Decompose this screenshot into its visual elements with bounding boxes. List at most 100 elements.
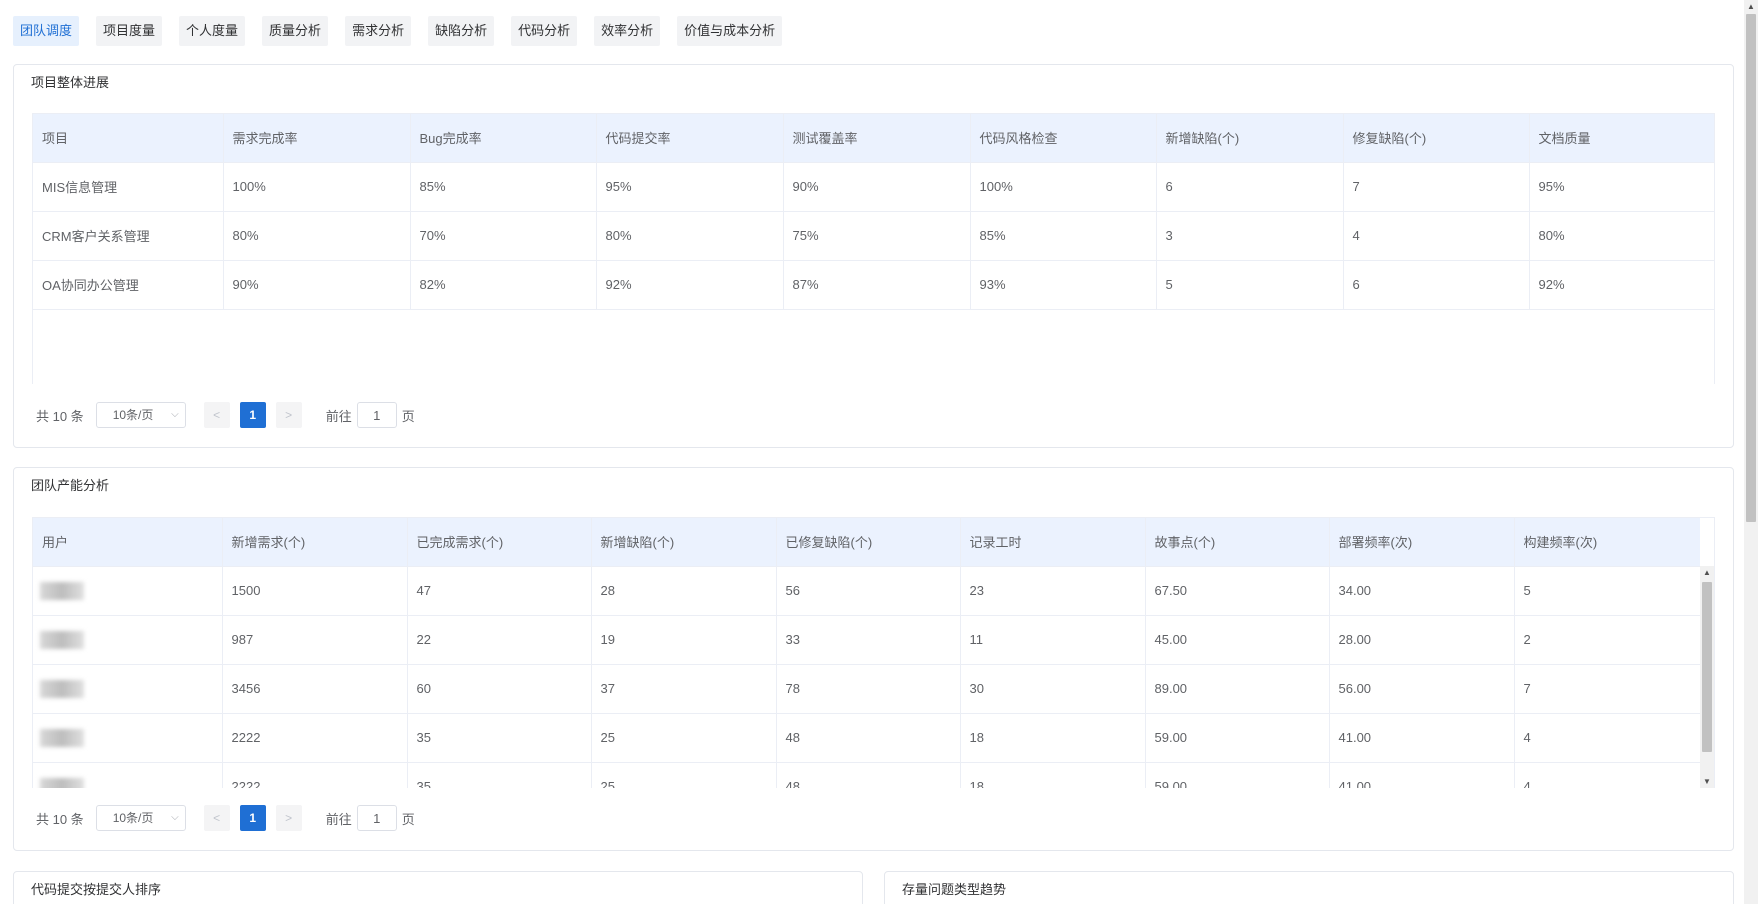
- table-cell: 80%: [223, 211, 411, 261]
- table-cell: 92%: [596, 260, 784, 310]
- table-cell: 95%: [1529, 162, 1714, 212]
- table-cell: 2: [1514, 615, 1700, 665]
- table-cell: [33, 566, 223, 616]
- table-cell: 78: [776, 664, 961, 714]
- tab-2[interactable]: 个人度量: [179, 16, 246, 46]
- prev-page-button[interactable]: <: [203, 402, 230, 428]
- column-header: 新增缺陷(个): [1156, 114, 1344, 163]
- table-cell: 60: [407, 664, 592, 714]
- scrollbar-thumb[interactable]: [1702, 582, 1712, 752]
- page-size-value: 10条/页: [112, 408, 154, 422]
- table-cell: 3: [1156, 211, 1344, 261]
- team-capacity-table: 用户 新增需求(个) 已完成需求(个) 新增缺陷(个) 已修复缺陷(个) 记录工时 故事点(…: [32, 517, 1715, 788]
- redacted-user-avatar: [40, 630, 84, 649]
- table-cell: 41.00: [1329, 713, 1515, 763]
- page-size-select[interactable]: 10条/页 ⌵: [95, 402, 186, 428]
- column-header: 已修复缺陷(个): [776, 518, 961, 567]
- table-cell: 48: [776, 713, 961, 763]
- panel-title: 存量问题类型趋势: [902, 882, 1007, 897]
- table-cell: CRM客户关系管理: [33, 211, 224, 261]
- table-cell: 56: [776, 566, 961, 616]
- table-cell: 11: [960, 615, 1146, 665]
- pagination: 共 10 条 10条/页 ⌵ < 1 > 前往 页: [36, 805, 415, 831]
- table-cell: 3456: [222, 664, 408, 714]
- table-cell: 100%: [970, 162, 1157, 212]
- goto-page-input[interactable]: [356, 805, 397, 831]
- column-header: 构建频率(次): [1514, 518, 1700, 567]
- table-cell: OA协同办公管理: [33, 260, 224, 310]
- chevron-down-icon: ⌵: [171, 409, 179, 420]
- issue-trend-panel: 存量问题类型趋势: [884, 871, 1734, 904]
- table-cell: 67.50: [1145, 566, 1330, 616]
- table-cell: 93%: [970, 260, 1157, 310]
- pagination-total: 共 10 条: [36, 408, 84, 424]
- table-row: OA协同办公管理 90% 82% 92% 87% 93% 5 6 92%: [33, 260, 1714, 310]
- table-cell: 100%: [223, 162, 411, 212]
- tab-1[interactable]: 项目度量: [96, 16, 163, 46]
- column-header: 修复缺陷(个): [1343, 114, 1530, 163]
- chevron-down-icon: ⌵: [171, 812, 179, 823]
- table-scrollbar[interactable]: ▲ ▼: [1700, 566, 1714, 788]
- tab-3[interactable]: 质量分析: [262, 16, 329, 46]
- tab-0[interactable]: 团队调度: [13, 16, 80, 46]
- table-header-row: 项目 需求完成率 Bug完成率 代码提交率 测试覆盖率 代码风格检查 新增缺陷(个) 修复缺陷…: [33, 114, 1714, 163]
- next-page-button[interactable]: >: [275, 805, 302, 831]
- table-row: 1500 47 28 56 23 67.50 34.00 5: [33, 566, 1700, 616]
- page-size-select[interactable]: 10条/页 ⌵: [95, 805, 186, 831]
- project-progress-panel: 项目整体进展 项目 需求完成率 Bug完成率 代码提交率 测试覆盖率 代码风格检查 新增缺陷…: [13, 64, 1734, 448]
- table-cell: 18: [960, 713, 1146, 763]
- table-cell: 23: [960, 566, 1146, 616]
- prev-page-button[interactable]: <: [203, 805, 230, 831]
- tab-7[interactable]: 效率分析: [594, 16, 661, 46]
- tab-8[interactable]: 价值与成本分析: [677, 16, 783, 46]
- page-number-1[interactable]: 1: [239, 402, 266, 428]
- column-header: 故事点(个): [1145, 518, 1330, 567]
- redacted-user-avatar: [40, 581, 84, 600]
- table-cell: 2222: [222, 713, 408, 763]
- table-cell: 4: [1514, 762, 1700, 788]
- tab-5[interactable]: 缺陷分析: [428, 16, 495, 46]
- table-cell: 35: [407, 713, 592, 763]
- table-cell: 28.00: [1329, 615, 1515, 665]
- page-number-1[interactable]: 1: [239, 805, 266, 831]
- next-page-button[interactable]: >: [275, 402, 302, 428]
- redacted-user-avatar: [40, 728, 84, 747]
- table-header-row: 用户 新增需求(个) 已完成需求(个) 新增缺陷(个) 已修复缺陷(个) 记录工时 故事点(…: [33, 518, 1700, 567]
- table-cell: [33, 762, 223, 788]
- column-header: 已完成需求(个): [407, 518, 592, 567]
- scroll-up-icon[interactable]: ▲: [1744, 0, 1758, 14]
- goto-page-input[interactable]: [356, 402, 397, 428]
- page-suffix: 页: [401, 408, 415, 424]
- tab-bar: 团队调度 项目度量 个人度量 质量分析 需求分析 缺陷分析 代码分析 效率分析 价值与成本分析: [13, 16, 783, 46]
- table-row: MIS信息管理 100% 85% 95% 90% 100% 6 7 95%: [33, 162, 1714, 212]
- team-capacity-panel: 团队产能分析 用户 新增需求(个) 已完成需求(个) 新增缺陷(个) 已修复缺陷(个) 记…: [13, 467, 1734, 851]
- tab-4[interactable]: 需求分析: [345, 16, 412, 46]
- panel-title: 项目整体进展: [31, 75, 110, 90]
- table-row: 987 22 19 33 11 45.00 28.00 2: [33, 615, 1700, 665]
- table-cell: 5: [1156, 260, 1344, 310]
- scrollbar-thumb[interactable]: [1746, 14, 1756, 522]
- commit-ranking-panel: 代码提交按提交人排序: [13, 871, 863, 904]
- table-cell: 47: [407, 566, 592, 616]
- column-header: 用户: [33, 518, 223, 567]
- column-header: 新增需求(个): [222, 518, 408, 567]
- tab-6[interactable]: 代码分析: [511, 16, 578, 46]
- table-row: 3456 60 37 78 30 89.00 56.00 7: [33, 664, 1700, 714]
- column-header: 文档质量: [1529, 114, 1714, 163]
- table-cell: 1500: [222, 566, 408, 616]
- table-row: 2222 35 25 48 18 59.00 41.00 4: [33, 713, 1700, 763]
- table-cell: 70%: [410, 211, 597, 261]
- table-cell: 35: [407, 762, 592, 788]
- goto-label: 前往: [325, 408, 352, 424]
- scroll-down-icon[interactable]: ▼: [1700, 775, 1714, 788]
- scroll-up-icon[interactable]: ▲: [1700, 566, 1714, 580]
- table-cell: 25: [591, 762, 777, 788]
- page-scrollbar[interactable]: ▲: [1744, 0, 1758, 904]
- page-suffix: 页: [401, 811, 415, 827]
- table-cell: 75%: [783, 211, 971, 261]
- redacted-user-avatar: [40, 679, 84, 698]
- column-header: 记录工时: [960, 518, 1146, 567]
- table-cell: 34.00: [1329, 566, 1515, 616]
- table-cell: 85%: [410, 162, 597, 212]
- redacted-user-avatar: [40, 777, 84, 788]
